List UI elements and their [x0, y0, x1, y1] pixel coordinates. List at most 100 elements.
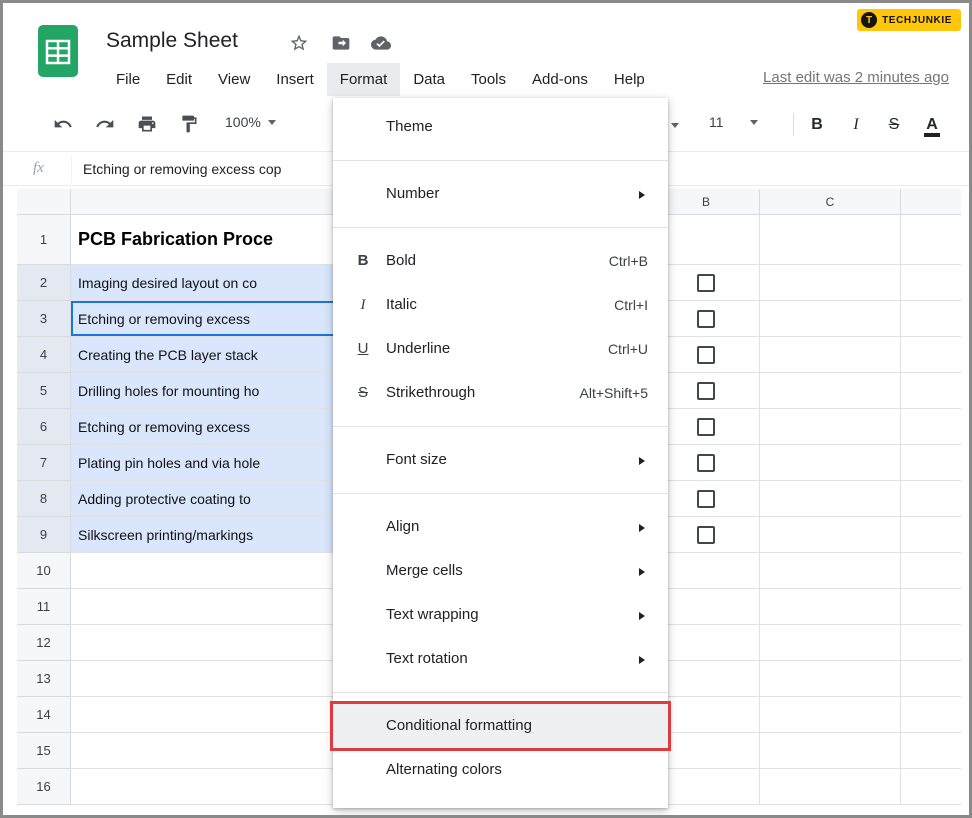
cell-c9[interactable] — [760, 517, 901, 553]
cell-c5[interactable] — [760, 373, 901, 409]
checkbox[interactable] — [697, 490, 715, 508]
cell-b9[interactable] — [653, 517, 760, 553]
cell-c12[interactable] — [760, 625, 901, 661]
last-edit-status[interactable]: Last edit was 2 minutes ago — [763, 69, 949, 86]
row-header[interactable]: 4 — [17, 337, 71, 373]
menu-item-font-size[interactable]: Font size — [333, 438, 668, 482]
menu-item-italic[interactable]: I Italic Ctrl+I — [333, 283, 668, 327]
zoom-select[interactable]: 100% — [225, 114, 276, 130]
cell-b5[interactable] — [653, 373, 760, 409]
cell-b6[interactable] — [653, 409, 760, 445]
row-header[interactable]: 6 — [17, 409, 71, 445]
cell-b10[interactable] — [653, 553, 760, 589]
column-header-c[interactable]: C — [760, 189, 901, 215]
cell-b16[interactable] — [653, 769, 760, 805]
font-family-caret-icon[interactable] — [671, 123, 679, 128]
font-size-select[interactable]: 11 — [709, 114, 758, 130]
cell-b7[interactable] — [653, 445, 760, 481]
cell-c1[interactable] — [760, 215, 901, 265]
cell-d16[interactable] — [901, 769, 961, 805]
checkbox[interactable] — [697, 274, 715, 292]
column-header-b[interactable]: B — [653, 189, 760, 215]
checkbox[interactable] — [697, 526, 715, 544]
row-header[interactable]: 11 — [17, 589, 71, 625]
cell-b1[interactable] — [653, 215, 760, 265]
cell-d7[interactable] — [901, 445, 961, 481]
menu-data[interactable]: Data — [400, 63, 458, 96]
move-to-folder-icon[interactable] — [330, 33, 352, 55]
undo-icon[interactable] — [51, 113, 75, 137]
checkbox[interactable] — [697, 454, 715, 472]
formula-input[interactable]: Etching or removing excess cop — [83, 161, 281, 177]
cell-d5[interactable] — [901, 373, 961, 409]
paint-format-icon[interactable] — [177, 113, 201, 137]
checkbox[interactable] — [697, 346, 715, 364]
cell-c11[interactable] — [760, 589, 901, 625]
cell-d15[interactable] — [901, 733, 961, 769]
cell-c3[interactable] — [760, 301, 901, 337]
cell-c6[interactable] — [760, 409, 901, 445]
menu-item-text-wrapping[interactable]: Text wrapping — [333, 593, 668, 637]
menu-edit[interactable]: Edit — [153, 63, 205, 96]
cell-c4[interactable] — [760, 337, 901, 373]
strikethrough-button[interactable]: S — [880, 112, 908, 138]
row-header[interactable]: 13 — [17, 661, 71, 697]
cell-d14[interactable] — [901, 697, 961, 733]
sheets-logo-icon[interactable] — [36, 23, 80, 84]
cell-d13[interactable] — [901, 661, 961, 697]
cell-b12[interactable] — [653, 625, 760, 661]
menu-help[interactable]: Help — [601, 63, 658, 96]
menu-add-ons[interactable]: Add-ons — [519, 63, 601, 96]
menu-item-theme[interactable]: Theme — [333, 105, 668, 149]
menu-item-strikethrough[interactable]: S Strikethrough Alt+Shift+5 — [333, 371, 668, 415]
menu-item-align[interactable]: Align — [333, 505, 668, 549]
menu-item-underline[interactable]: U Underline Ctrl+U — [333, 327, 668, 371]
menu-item-alternating-colors[interactable]: Alternating colors — [333, 748, 668, 792]
row-header[interactable]: 14 — [17, 697, 71, 733]
menu-format[interactable]: Format — [327, 63, 401, 96]
menu-file[interactable]: File — [103, 63, 153, 96]
row-header[interactable]: 8 — [17, 481, 71, 517]
row-header[interactable]: 12 — [17, 625, 71, 661]
italic-button[interactable]: I — [842, 112, 870, 138]
cell-d6[interactable] — [901, 409, 961, 445]
cell-b13[interactable] — [653, 661, 760, 697]
redo-icon[interactable] — [93, 113, 117, 137]
checkbox[interactable] — [697, 310, 715, 328]
select-all-corner[interactable] — [17, 189, 71, 215]
checkbox[interactable] — [697, 418, 715, 436]
cell-d4[interactable] — [901, 337, 961, 373]
cell-b8[interactable] — [653, 481, 760, 517]
menu-item-number[interactable]: Number — [333, 172, 668, 216]
cell-d3[interactable] — [901, 301, 961, 337]
column-header-partial[interactable] — [901, 189, 961, 215]
text-color-button[interactable]: A — [918, 112, 946, 138]
cell-d11[interactable] — [901, 589, 961, 625]
cell-d10[interactable] — [901, 553, 961, 589]
cell-c7[interactable] — [760, 445, 901, 481]
star-icon[interactable] — [288, 33, 310, 55]
menu-tools[interactable]: Tools — [458, 63, 519, 96]
row-header[interactable]: 7 — [17, 445, 71, 481]
cell-d9[interactable] — [901, 517, 961, 553]
row-header[interactable]: 3 — [17, 301, 71, 337]
row-header[interactable]: 16 — [17, 769, 71, 805]
row-header[interactable]: 15 — [17, 733, 71, 769]
cell-d2[interactable] — [901, 265, 961, 301]
menu-item-bold[interactable]: B Bold Ctrl+B — [333, 239, 668, 283]
checkbox[interactable] — [697, 382, 715, 400]
print-icon[interactable] — [135, 113, 159, 137]
cell-d8[interactable] — [901, 481, 961, 517]
cloud-saved-icon[interactable] — [370, 33, 392, 55]
menu-item-text-rotation[interactable]: Text rotation — [333, 637, 668, 681]
cell-c10[interactable] — [760, 553, 901, 589]
cell-c13[interactable] — [760, 661, 901, 697]
cell-c16[interactable] — [760, 769, 901, 805]
cell-d1[interactable] — [901, 215, 961, 265]
document-title[interactable]: Sample Sheet — [106, 29, 238, 53]
cell-c2[interactable] — [760, 265, 901, 301]
cell-b14[interactable] — [653, 697, 760, 733]
menu-view[interactable]: View — [205, 63, 263, 96]
cell-d12[interactable] — [901, 625, 961, 661]
row-header[interactable]: 1 — [17, 215, 71, 265]
